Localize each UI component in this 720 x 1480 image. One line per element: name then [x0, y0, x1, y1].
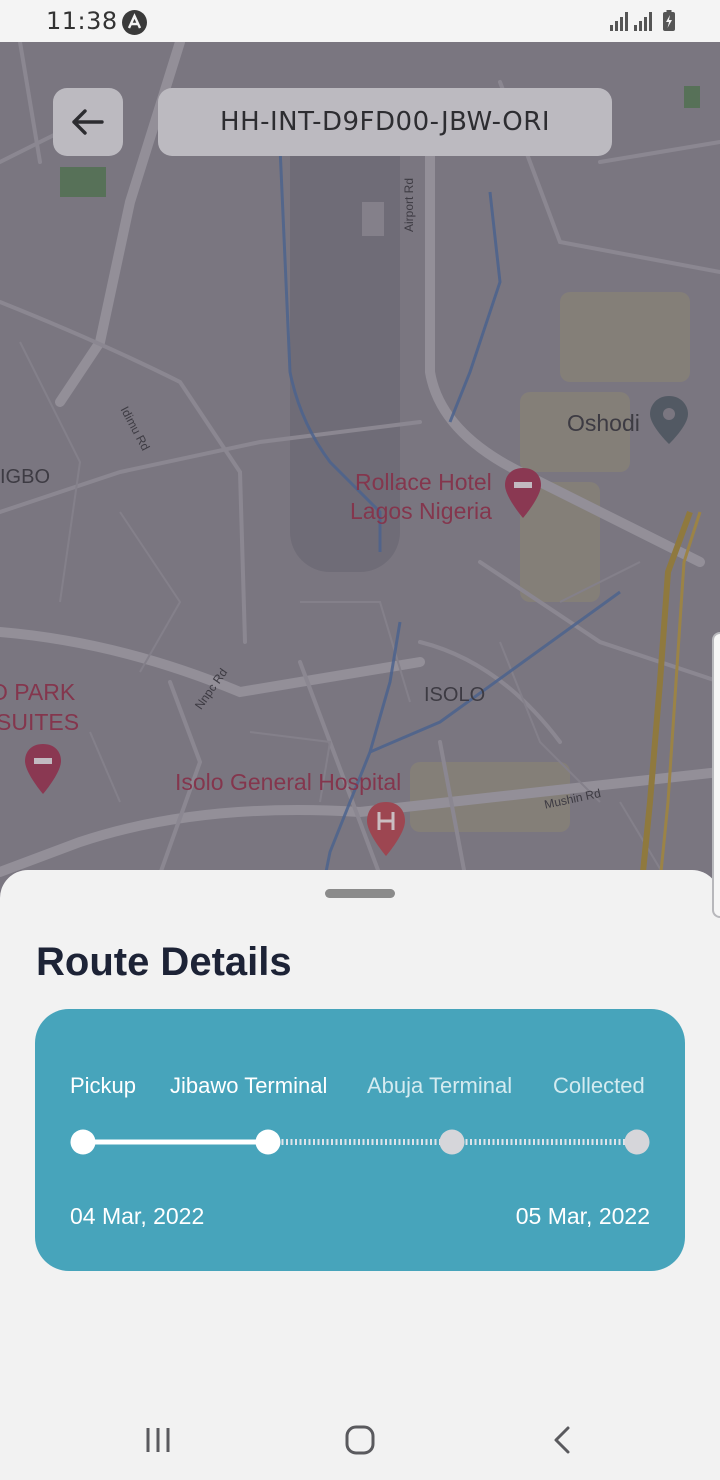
- system-nav-bar: [0, 1400, 720, 1480]
- shipment-id-field: HH-INT-D9FD00-JBW-ORI: [158, 88, 612, 156]
- start-date: 04 Mar, 2022: [70, 1203, 205, 1229]
- shipment-id-text: HH-INT-D9FD00-JBW-ORI: [220, 107, 550, 137]
- battery-charging-icon: [663, 10, 675, 31]
- status-bar: 11:38: [0, 0, 720, 42]
- recent-apps-button[interactable]: [138, 1420, 178, 1460]
- signal-icon: [634, 12, 652, 31]
- end-date: 05 Mar, 2022: [515, 1203, 650, 1229]
- stop-label-collected: Collected: [553, 1073, 645, 1098]
- home-button[interactable]: [340, 1420, 380, 1460]
- sheet-title: Route Details: [36, 940, 292, 984]
- map-dim-overlay: [0, 42, 720, 902]
- sheet-drag-handle[interactable]: [325, 889, 395, 898]
- stop-label-jibawo-terminal: Jibawo Terminal: [170, 1073, 328, 1098]
- stop-label-abuja-terminal: Abuja Terminal: [367, 1073, 513, 1098]
- stop-dot-jibawo-terminal: [255, 1129, 281, 1155]
- arrow-left-icon: [72, 109, 104, 135]
- stop-dot-collected: [624, 1129, 650, 1155]
- recent-apps-icon: [146, 1428, 170, 1452]
- status-time: 11:38: [46, 7, 118, 35]
- route-progress-card: Pickup Jibawo Terminal Abuja Terminal Co…: [35, 1009, 685, 1271]
- side-scroll-handle[interactable]: [712, 632, 720, 918]
- signal-icon: [610, 12, 628, 31]
- nav-back-button[interactable]: [542, 1420, 582, 1460]
- stop-label-pickup: Pickup: [70, 1073, 137, 1098]
- route-map[interactable]: Oshodi IGBO Rollace Hotel Lagos Nigeria …: [0, 42, 720, 902]
- back-button[interactable]: [53, 88, 123, 156]
- home-icon: [345, 1425, 375, 1455]
- route-details-sheet: Route Details Pickup Jibawo Terminal Abu…: [0, 870, 720, 1480]
- route-progress-track: [70, 1129, 650, 1155]
- status-icons: [610, 10, 675, 31]
- app-notification-icon: [122, 10, 147, 35]
- stop-dot-abuja-terminal: [439, 1129, 465, 1155]
- stop-dot-pickup: [70, 1129, 96, 1155]
- back-icon: [554, 1426, 570, 1454]
